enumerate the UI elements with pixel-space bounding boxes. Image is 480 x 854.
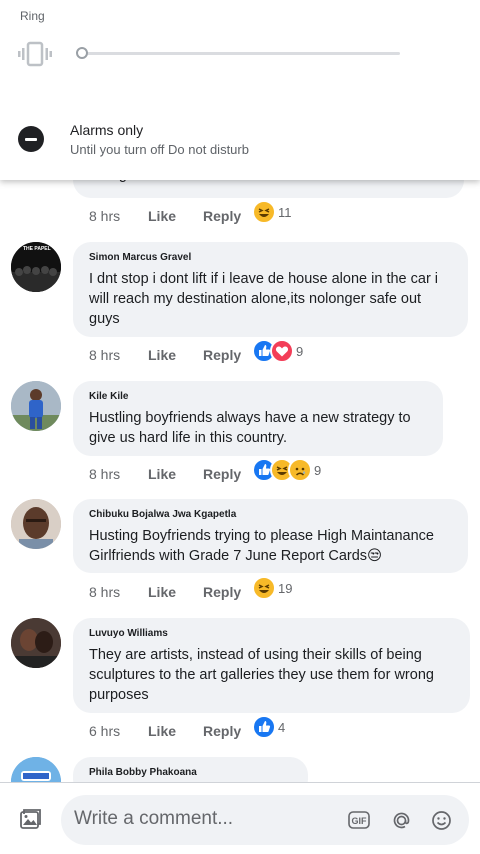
comment-bubble: Kile Kile Hustling boyfriends always hav… [73,381,443,456]
haha-reaction-icon [252,576,276,600]
comment-time: 8 hrs [89,466,121,482]
reaction-summary[interactable]: 4 [252,715,285,739]
reaction-count: 9 [296,343,304,359]
avatar[interactable] [11,499,61,549]
notification-shade: Ring Alarms only Until you turn off Do n… [0,0,480,180]
commenter-name[interactable]: Chibuku Bojalwa Jwa Kgapetla [89,509,452,520]
like-button[interactable]: Like [148,723,203,739]
photo-icon[interactable] [18,807,42,831]
reaction-count: 9 [314,462,322,478]
commenter-name[interactable]: Luvuyo Williams [89,628,454,639]
commenter-name[interactable]: Simon Marcus Gravel [89,252,452,263]
mention-icon[interactable] [391,810,412,831]
like-reaction-icon [252,715,276,739]
comment-meta: 8 hrs Like Reply 9 [89,458,321,486]
comment-text: Husting Boyfriends trying to please High… [89,528,434,564]
vibrate-icon[interactable] [18,40,52,68]
avatar[interactable] [11,618,61,668]
like-button[interactable]: Like [148,208,203,224]
love-reaction-icon [270,339,294,363]
comment-meta: 6 hrs Like Reply 4 [89,715,285,743]
reply-button[interactable]: Reply [203,466,252,482]
like-button[interactable]: Like [148,347,203,363]
dnd-mode-title[interactable]: Alarms only [70,122,143,138]
svg-text:GIF: GIF [352,816,368,826]
do-not-disturb-icon[interactable] [18,126,44,152]
like-button[interactable]: Like [148,466,203,482]
reaction-count: 11 [278,204,292,220]
ring-label: Ring [20,9,45,23]
comment-meta: 8 hrs Like Reply 11 [89,200,292,228]
reply-button[interactable]: Reply [203,723,252,739]
commenter-name[interactable]: Phila Bobby Phakoana [89,767,292,778]
reaction-summary[interactable]: 9 [252,458,321,482]
comment-time: 8 hrs [89,584,121,600]
avatar[interactable]: THE PAPEL [11,242,61,292]
reaction-summary[interactable]: 11 [252,200,292,224]
comment-time: 8 hrs [89,347,121,363]
comment-text: I dnt stop i dont lift if i leave de hou… [89,271,439,327]
comment-bubble: Chibuku Bojalwa Jwa Kgapetla Husting Boy… [73,499,468,573]
slider-track [82,52,400,55]
gif-icon[interactable]: GIF [348,811,370,829]
comment-time: 6 hrs [89,723,121,739]
comment-input[interactable]: Write a comment... GIF [61,795,469,845]
reaction-summary[interactable]: 19 [252,576,292,600]
comment-text: They are artists, instead of using their… [89,647,434,703]
comment-bubble: Luvuyo Williams They are artists, instea… [73,618,470,713]
haha-reaction-icon [252,200,276,224]
reply-button[interactable]: Reply [203,584,252,600]
comment-time: 8 hrs [89,208,121,224]
dnd-mode-subtitle: Until you turn off Do not disturb [70,142,249,157]
comment-meta: 8 hrs Like Reply 19 [89,576,292,604]
comment-meta: 8 hrs Like Reply 9 [89,339,303,367]
comment-placeholder: Write a comment... [74,808,234,829]
comment-text: Hustling boyfriends always have a new st… [89,410,411,446]
avatar[interactable] [11,381,61,431]
reply-button[interactable]: Reply [203,208,252,224]
emoji-icon[interactable] [431,810,452,831]
comment-composer: Write a comment... GIF [0,782,480,854]
reaction-summary[interactable]: 9 [252,339,303,363]
sad-reaction-icon [288,458,312,482]
reply-button[interactable]: Reply [203,347,252,363]
commenter-name[interactable]: Kile Kile [89,391,427,402]
slider-thumb[interactable] [76,47,88,59]
ring-volume-slider[interactable] [76,47,400,59]
comment-bubble: Simon Marcus Gravel I dnt stop i dont li… [73,242,468,337]
reaction-count: 4 [278,719,286,735]
reaction-count: 19 [278,580,293,596]
like-button[interactable]: Like [148,584,203,600]
avatar-caption: THE PAPEL [23,246,51,252]
